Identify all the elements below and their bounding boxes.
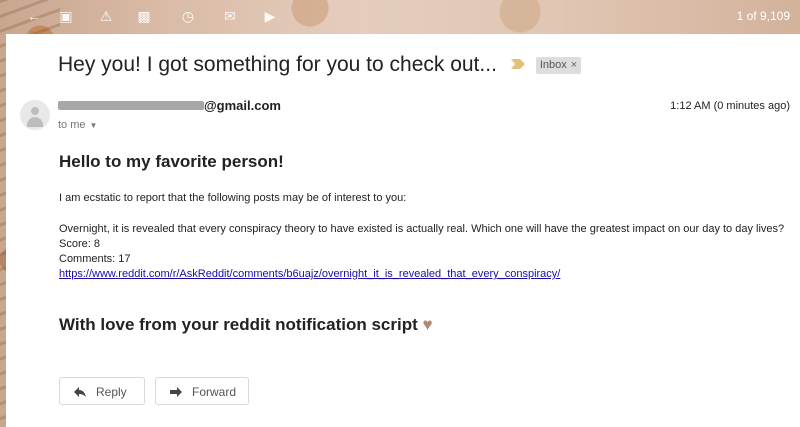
archive-icon[interactable]: ▣ [58, 8, 74, 24]
message-signoff: With love from your reddit notification … [59, 315, 433, 335]
message-card: Hey you! I got something for you to chec… [6, 34, 800, 427]
message-intro: I am ecstatic to report that the followi… [59, 192, 407, 204]
post-link[interactable]: https://www.reddit.com/r/AskReddit/comme… [59, 268, 560, 280]
reply-button-label: Reply [96, 385, 127, 399]
importance-marker-icon[interactable] [511, 59, 526, 69]
move-to-icon[interactable]: ▶ [262, 8, 278, 24]
post-block: Overnight, it is revealed that every con… [59, 222, 784, 282]
reply-arrow-icon [74, 387, 86, 397]
signoff-text: With love from your reddit notification … [59, 315, 418, 334]
reply-button[interactable]: Reply [59, 377, 145, 405]
post-comments: Comments: 17 [59, 253, 131, 265]
heart-icon: ♥ [422, 315, 433, 334]
inbox-label-text: Inbox [539, 58, 567, 71]
subject-row: Hey you! I got something for you to chec… [58, 53, 582, 79]
message-greeting: Hello to my favorite person! [59, 152, 284, 171]
message-counter: 1 of 9,109 [736, 9, 790, 23]
remove-label-icon[interactable]: × [571, 59, 577, 71]
post-title: Overnight, it is revealed that every con… [59, 223, 785, 235]
forward-arrow-icon [170, 387, 182, 397]
forward-button[interactable]: Forward [155, 377, 249, 405]
delete-icon[interactable]: ▩ [136, 8, 152, 24]
mark-unread-icon[interactable]: ✉ [222, 8, 238, 24]
recipient-details-chevron-down-icon[interactable]: ▼ [90, 121, 98, 130]
forward-button-label: Forward [192, 385, 237, 399]
report-spam-icon[interactable]: ⚠ [98, 8, 114, 24]
sender-name-redacted [58, 101, 204, 110]
inbox-label-chip: Inbox × [535, 56, 582, 74]
post-score: Score: 8 [59, 238, 100, 250]
recipient-label: to me [58, 119, 86, 131]
timestamp: 1:12 AM (0 minutes ago) [670, 100, 790, 112]
sender-email-domain[interactable]: @gmail.com [204, 98, 281, 113]
message-toolbar: ← ▣ ⚠ ▩ ◷ ✉ ▶ 1 of 9,109 [0, 0, 800, 34]
recipient-row: to me ▼ [58, 119, 97, 131]
snooze-icon[interactable]: ◷ [180, 8, 196, 24]
subject-title: Hey you! I got something for you to chec… [58, 53, 497, 76]
back-arrow-icon[interactable]: ← [26, 8, 42, 24]
avatar [20, 100, 50, 130]
